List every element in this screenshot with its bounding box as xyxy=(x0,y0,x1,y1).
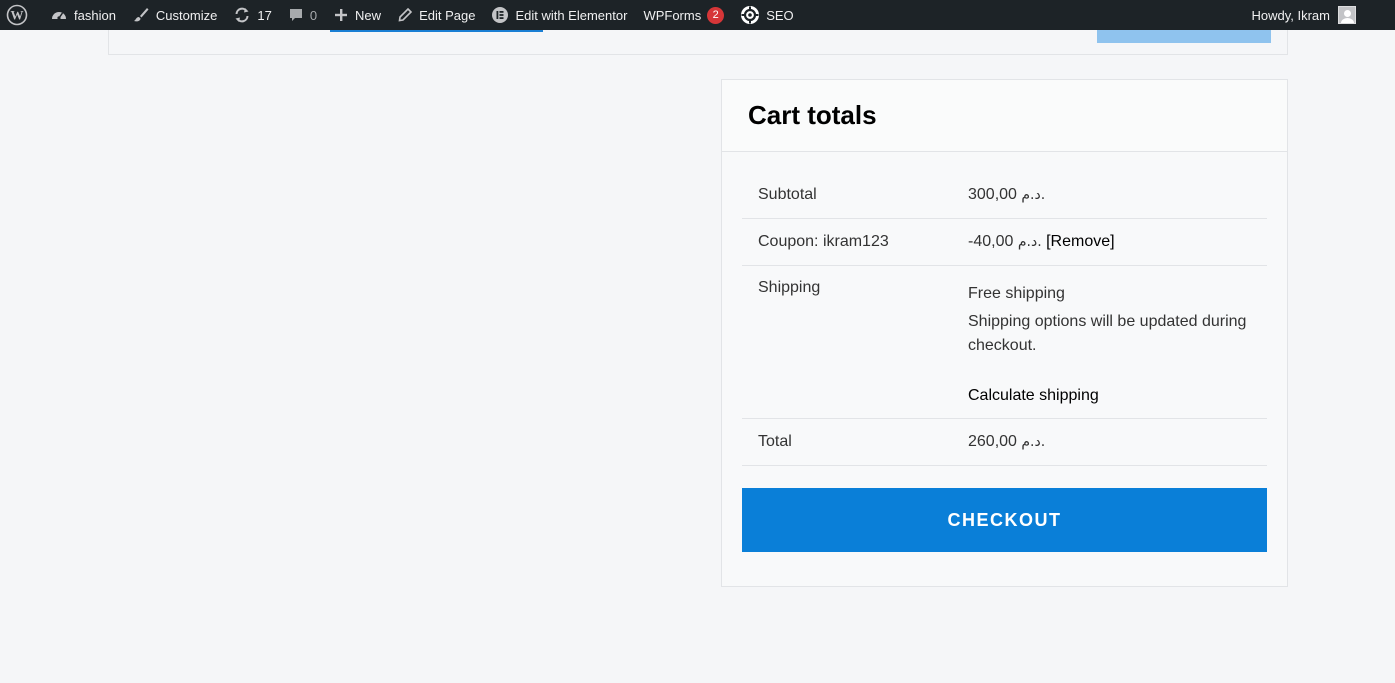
updates-link[interactable]: 17 xyxy=(225,0,279,30)
calculate-shipping-link[interactable]: Calculate shipping xyxy=(968,384,1267,408)
shipping-row: Shipping Free shipping Shipping options … xyxy=(742,266,1267,419)
coupon-input-underline[interactable] xyxy=(330,30,543,32)
brush-icon xyxy=(132,6,150,24)
cart-totals-header: Cart totals xyxy=(722,80,1287,152)
wpforms-notification-badge: 2 xyxy=(707,6,725,24)
total-amount: 260,00 xyxy=(968,433,1017,450)
shipping-method: Free shipping xyxy=(968,285,1065,302)
site-name-menu[interactable]: fashion xyxy=(42,0,124,30)
currency-symbol: د.م. xyxy=(1017,234,1042,250)
seo-gear-icon xyxy=(740,5,760,25)
shipping-label: Shipping xyxy=(758,279,821,296)
wpforms-menu[interactable]: WPForms 2 xyxy=(635,0,732,30)
comments-link[interactable]: 0 xyxy=(280,0,325,30)
site-name-label: fashion xyxy=(74,7,116,23)
cart-totals-panel: Cart totals Subtotal 300,00 د.م. Coupon:… xyxy=(721,79,1288,587)
edit-page-link[interactable]: Edit Page xyxy=(389,0,483,30)
svg-text:W: W xyxy=(11,8,24,23)
customize-link[interactable]: Customize xyxy=(124,0,225,30)
new-label: New xyxy=(355,7,382,23)
refresh-icon xyxy=(233,6,251,24)
total-label: Total xyxy=(758,433,792,450)
currency-symbol: د.م. xyxy=(1021,187,1046,203)
edit-page-label: Edit Page xyxy=(419,7,476,23)
coupon-label: Coupon: ikram123 xyxy=(758,233,889,250)
total-value-cell: 260,00 د.م. xyxy=(968,433,1267,451)
howdy-label: Howdy, Ikram xyxy=(1251,7,1331,23)
subtotal-value-cell: 300,00 د.م. xyxy=(968,186,1267,204)
subtotal-label: Subtotal xyxy=(758,186,817,203)
elementor-icon xyxy=(491,6,509,24)
new-content-menu[interactable]: New xyxy=(325,0,389,30)
avatar xyxy=(1338,6,1356,24)
remove-coupon-link[interactable]: [Remove] xyxy=(1046,233,1114,250)
edit-elementor-link[interactable]: Edit with Elementor xyxy=(483,0,635,30)
order-total-row: Total 260,00 د.م. xyxy=(742,419,1267,466)
wordpress-menu[interactable]: W xyxy=(0,0,42,30)
cart-totals-table: Subtotal 300,00 د.م. Coupon: ikram123 -4… xyxy=(742,172,1267,466)
coupon-amount: -40,00 xyxy=(968,233,1014,250)
checkout-button[interactable]: CHECKOUT xyxy=(742,488,1267,552)
shipping-destination-note: Shipping options will be updated during … xyxy=(968,313,1247,354)
subtotal-amount: 300,00 xyxy=(968,186,1017,203)
updates-count: 17 xyxy=(257,7,272,23)
update-cart-button[interactable] xyxy=(1097,30,1271,43)
pencil-icon xyxy=(397,7,413,23)
coupon-value-cell: -40,00 د.م. [Remove] xyxy=(968,233,1267,251)
my-account-menu[interactable]: Howdy, Ikram xyxy=(1244,0,1356,30)
customize-label: Customize xyxy=(155,7,218,23)
dashboard-icon xyxy=(50,6,68,24)
seo-label: SEO xyxy=(766,7,794,23)
plus-icon xyxy=(333,7,349,23)
comments-count: 0 xyxy=(309,7,318,23)
comment-icon xyxy=(288,7,304,23)
subtotal-row: Subtotal 300,00 د.م. xyxy=(742,172,1267,219)
shipping-value-cell: Free shipping Shipping options will be u… xyxy=(968,279,1267,408)
wpforms-label: WPForms xyxy=(643,7,702,23)
edit-elementor-label: Edit with Elementor xyxy=(515,7,628,23)
seo-menu[interactable]: SEO xyxy=(732,0,801,30)
admin-bar: W fashion Customize 17 0 New Edit Page E… xyxy=(0,0,1395,30)
cart-totals-title: Cart totals xyxy=(748,100,877,130)
currency-symbol: د.م. xyxy=(1021,434,1046,450)
coupon-row: Coupon: ikram123 -40,00 د.م. [Remove] xyxy=(742,219,1267,266)
wordpress-logo-icon: W xyxy=(6,4,28,26)
